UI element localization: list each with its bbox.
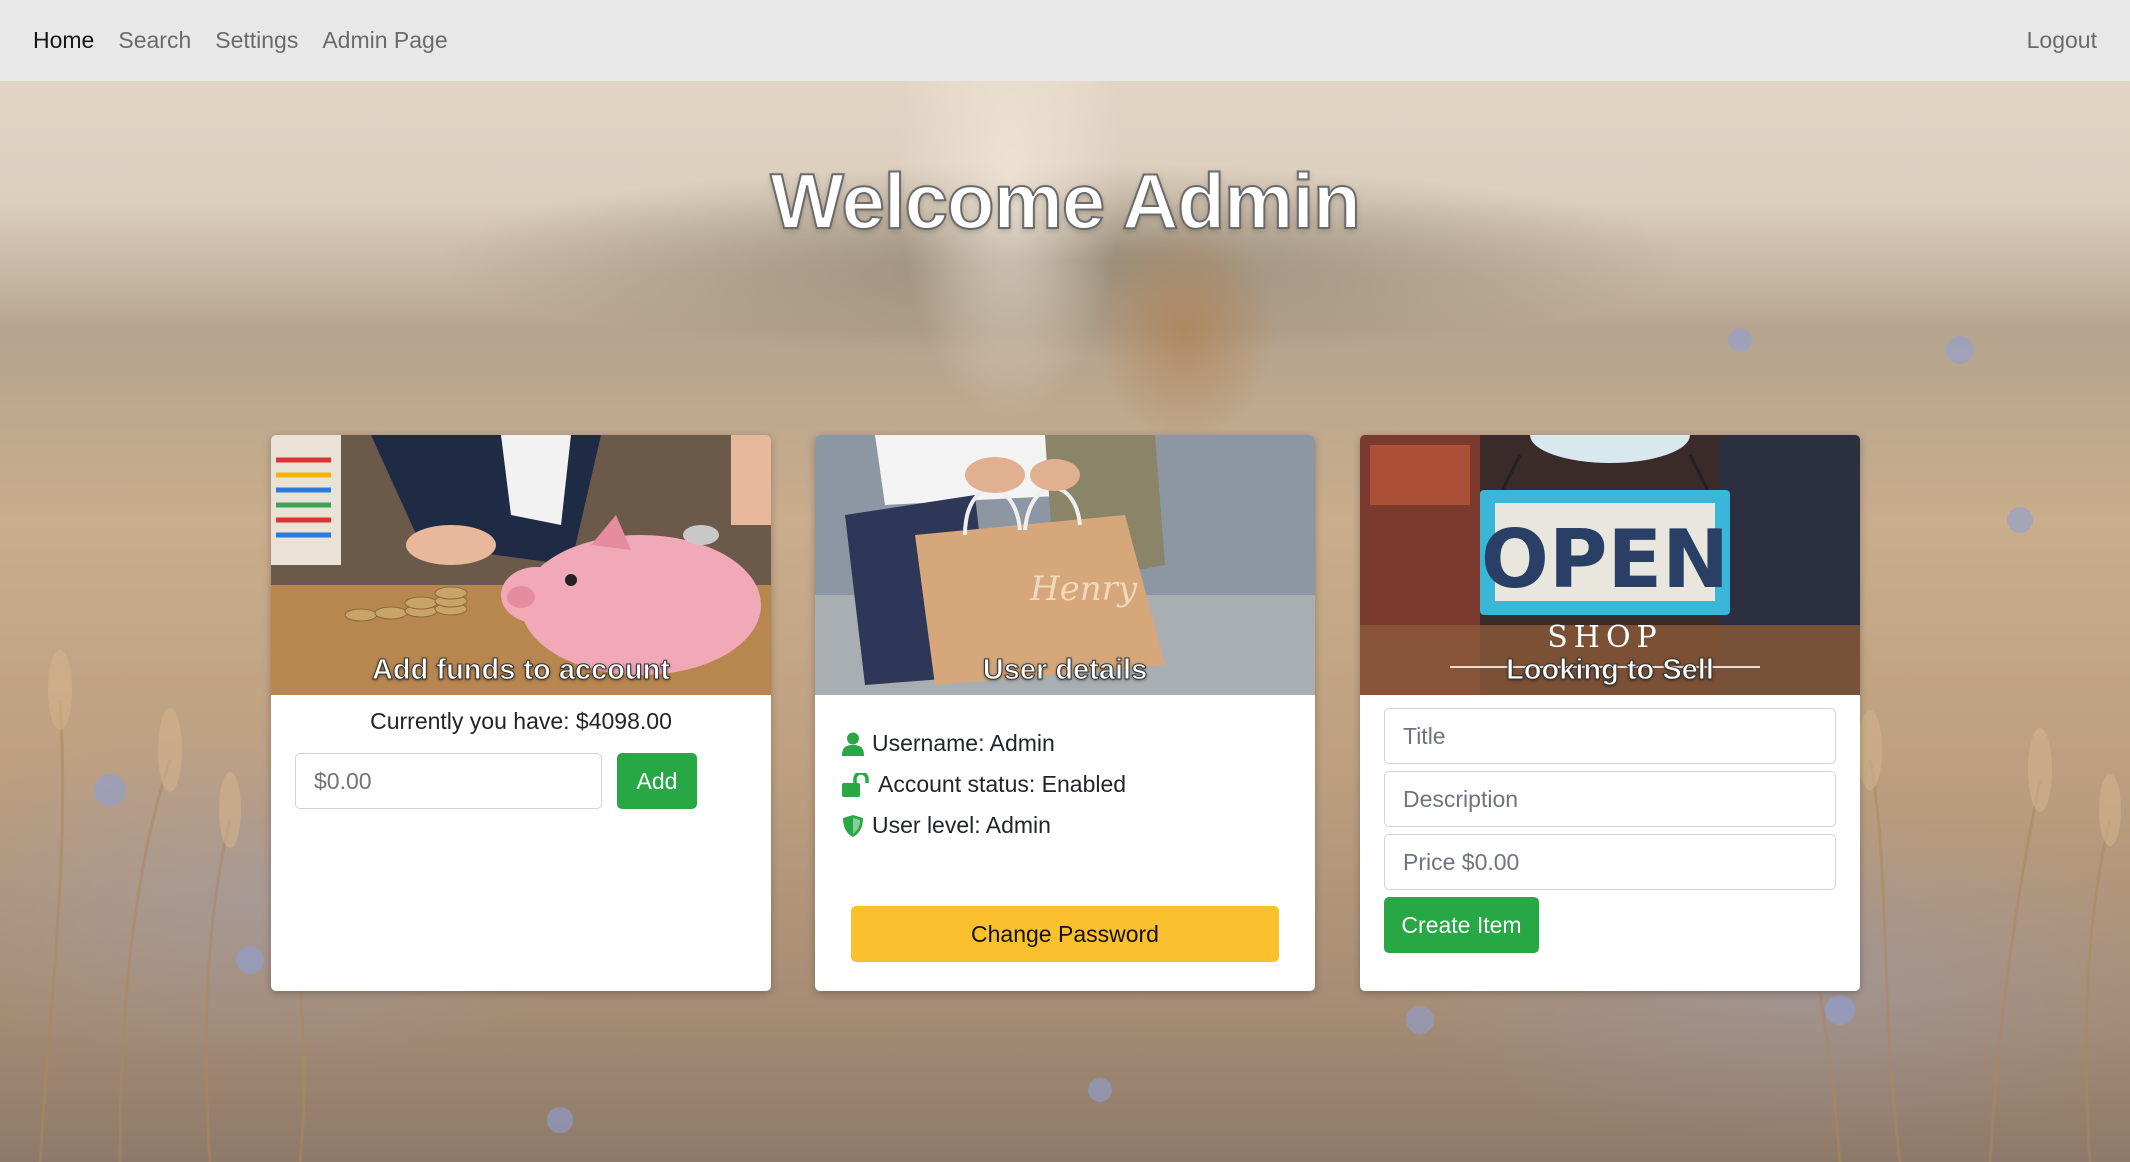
welcome-title: Welcome Admin (769, 156, 1361, 246)
item-description-input[interactable] (1384, 771, 1836, 827)
svg-text:Henry: Henry (1029, 569, 1138, 609)
nav-settings[interactable]: Settings (215, 27, 298, 54)
account-status-text: Account status: Enabled (878, 771, 1127, 797)
account-status-row: Account status: Enabled (839, 764, 1291, 805)
user-details-body: Username: Admin Account status: Enabled … (815, 723, 1315, 962)
top-navbar: Home Search Settings Admin Page Logout (0, 0, 2130, 81)
add-funds-caption: Add funds to account (371, 654, 671, 687)
nav-admin-page[interactable]: Admin Page (322, 27, 447, 54)
shield-icon (843, 814, 863, 837)
open-shop-sign-image: OPEN SHOP Looking to Sell (1360, 435, 1860, 695)
add-funds-form: Add (295, 753, 747, 809)
username-text: Username: Admin (872, 730, 1055, 756)
shopping-bags-image: Henry User details (815, 435, 1315, 695)
item-price-input[interactable] (1384, 834, 1836, 890)
nav-search[interactable]: Search (118, 27, 191, 54)
nav-logout[interactable]: Logout (2027, 27, 2097, 54)
change-password-button[interactable]: Change Password (851, 906, 1279, 962)
add-funds-body: Currently you have: $4098.00 Add (271, 708, 771, 809)
piggy-bank-image: Add funds to account (271, 435, 771, 695)
user-details-card: Henry User details Username: Admin Accou… (815, 435, 1315, 991)
add-funds-button[interactable]: Add (617, 753, 697, 809)
shop-sign-text: SHOP (1547, 620, 1663, 655)
item-title-input[interactable] (1384, 708, 1836, 764)
user-details-caption: User details (982, 654, 1148, 687)
unlock-icon (842, 772, 869, 797)
nav-home[interactable]: Home (33, 27, 94, 54)
balance-text: Currently you have: $4098.00 (370, 708, 672, 734)
add-funds-card: Add funds to account Currently you have:… (271, 435, 771, 991)
user-icon (842, 732, 864, 756)
sell-card: OPEN SHOP Looking to Sell Create Item (1360, 435, 1860, 991)
user-level-text: User level: Admin (872, 812, 1051, 838)
user-level-row: User level: Admin (839, 805, 1291, 846)
sell-caption: Looking to Sell (1506, 654, 1715, 687)
open-sign-text: OPEN (1481, 513, 1729, 606)
username-row: Username: Admin (839, 723, 1291, 764)
create-item-form: Create Item (1360, 695, 1860, 953)
create-item-button[interactable]: Create Item (1384, 897, 1539, 953)
user-details-list: Username: Admin Account status: Enabled … (839, 723, 1291, 846)
amount-input[interactable] (295, 753, 602, 809)
